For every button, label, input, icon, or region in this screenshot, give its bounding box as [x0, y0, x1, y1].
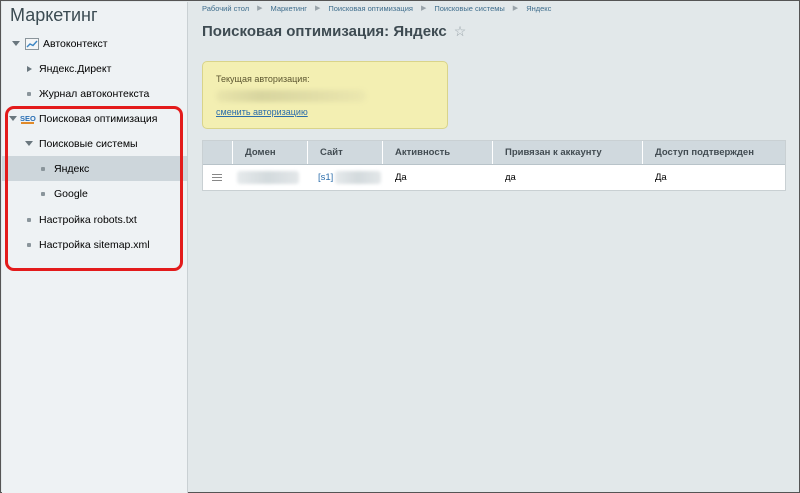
verified-cell: Да	[655, 172, 667, 183]
breadcrumb-item-current[interactable]: Яндекс	[526, 4, 551, 13]
breadcrumb-item[interactable]: Маркетинг	[270, 4, 306, 13]
sidebar-item-label: Журнал автоконтекста	[39, 87, 150, 100]
domains-table: Домен Сайт Активность Привязан к аккаунт…	[202, 140, 786, 191]
breadcrumb-item[interactable]: Рабочий стол	[202, 4, 249, 13]
site-name-redacted	[335, 171, 382, 184]
change-auth-link[interactable]: сменить авторизацию	[216, 107, 308, 117]
sidebar-item-label: Автоконтекст	[43, 37, 108, 50]
sidebar-item-label: Яндекс.Директ	[39, 62, 112, 75]
linked-cell: да	[505, 172, 516, 183]
site-cell: [s1]	[308, 165, 383, 190]
auth-box: Текущая авторизация: сменить авторизацию	[202, 61, 448, 129]
breadcrumb-separator-icon: ▶	[257, 5, 263, 12]
active-cell: Да	[395, 172, 407, 183]
page-title: Поисковая оптимизация: Яндекс ☆	[202, 23, 466, 40]
bullet-icon	[27, 91, 31, 96]
auth-label: Текущая авторизация:	[216, 74, 310, 84]
column-header-active[interactable]: Активность	[383, 141, 493, 164]
site-link[interactable]: [s1]	[318, 172, 333, 183]
sidebar: Маркетинг Автоконтекст Яндекс.Директ Жур…	[2, 2, 188, 493]
menu-icon[interactable]	[212, 174, 222, 181]
sidebar-item-autocontext-log[interactable]: Журнал автоконтекста	[2, 81, 187, 106]
breadcrumb-separator-icon: ▶	[420, 5, 427, 12]
column-header-domain[interactable]: Домен	[233, 141, 308, 164]
window-frame: Маркетинг Автоконтекст Яндекс.Директ Жур…	[0, 0, 800, 493]
column-header-verified[interactable]: Доступ подтвержден	[643, 141, 785, 164]
column-header-linked[interactable]: Привязан к аккаунту	[493, 141, 643, 164]
auth-account-redacted	[216, 90, 366, 102]
main-content: Рабочий стол ▶ Маркетинг ▶ Поисковая опт…	[189, 2, 800, 493]
row-menu-cell	[203, 165, 233, 190]
page-title-text: Поисковая оптимизация: Яндекс	[202, 23, 447, 40]
table-row[interactable]: [s1] Да да Да	[203, 165, 785, 190]
breadcrumb-item[interactable]: Поисковые системы	[434, 4, 504, 13]
breadcrumb-separator-icon: ▶	[314, 5, 321, 12]
breadcrumb: Рабочий стол ▶ Маркетинг ▶ Поисковая опт…	[202, 2, 551, 14]
domain-cell	[233, 165, 308, 190]
column-header-menu	[203, 141, 233, 164]
chevron-down-icon[interactable]	[12, 41, 20, 46]
sidebar-item-autocontext[interactable]: Автоконтекст	[2, 31, 187, 56]
chevron-right-icon[interactable]	[26, 65, 32, 72]
column-header-site[interactable]: Сайт	[308, 141, 383, 164]
domain-redacted	[237, 171, 299, 184]
highlight-outline	[5, 106, 183, 271]
sidebar-item-yandex-direct[interactable]: Яндекс.Директ	[2, 56, 187, 81]
sidebar-title: Маркетинг	[10, 5, 98, 25]
breadcrumb-separator-icon: ▶	[512, 5, 519, 12]
star-icon[interactable]: ☆	[454, 23, 467, 40]
table-header: Домен Сайт Активность Привязан к аккаунт…	[203, 141, 785, 165]
chart-icon	[25, 37, 39, 50]
breadcrumb-item[interactable]: Поисковая оптимизация	[328, 4, 413, 13]
